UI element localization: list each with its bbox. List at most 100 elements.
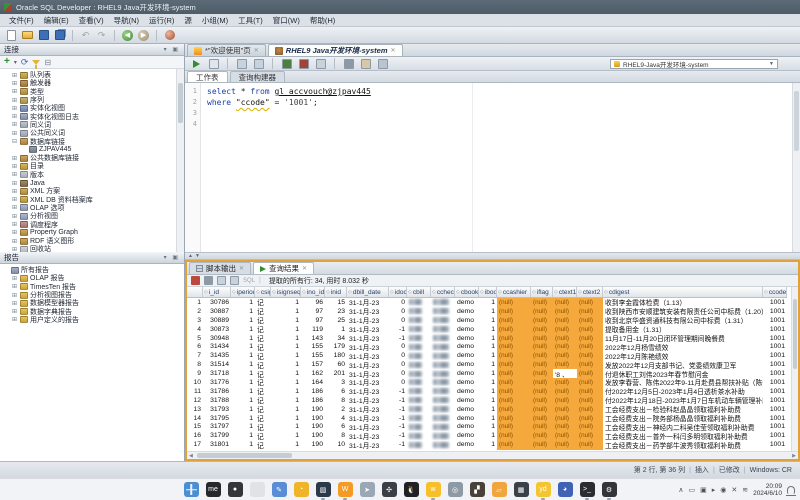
expander-icon[interactable]: ⊞ xyxy=(11,213,18,220)
cell-isignseq[interactable]: 1 xyxy=(271,405,301,414)
cell-ctext1[interactable]: (null) xyxy=(553,378,577,387)
tree-item[interactable]: ⊞回收站 xyxy=(0,245,184,252)
cell-cdigest[interactable]: 11月17日-11月20日闭环管理期间晚餐费 xyxy=(603,334,763,343)
cell-cbill[interactable] xyxy=(407,414,431,423)
cell-i_id[interactable]: 31718 xyxy=(203,369,231,378)
cell-ccode[interactable]: 1001 xyxy=(763,325,787,334)
cell-isignseq[interactable]: 1 xyxy=(271,378,301,387)
cell-ccode[interactable]: 1001 xyxy=(763,422,787,431)
cell-iflag[interactable]: (null) xyxy=(531,387,553,396)
cell-iflag[interactable]: (null) xyxy=(531,334,553,343)
cell-cdigest[interactable]: 发放2022年12月支部书记、党委绩效康卫军 xyxy=(603,360,763,369)
cell-ibook[interactable]: 1 xyxy=(479,422,497,431)
cell-ccode[interactable]: 1001 xyxy=(763,298,787,307)
cell-dbill_date[interactable]: 31-1月-23 xyxy=(347,307,389,316)
input-method-app[interactable] xyxy=(250,482,265,497)
cell-isignseq[interactable]: 1 xyxy=(271,440,301,449)
cell-csign[interactable]: 记 xyxy=(255,369,271,378)
cell-inid[interactable]: 15 xyxy=(325,298,347,307)
dark-brown-app[interactable]: ▞ xyxy=(470,482,485,497)
cell-idoc[interactable]: -1 xyxy=(389,449,407,450)
cell-inid[interactable]: 8 xyxy=(325,431,347,440)
cell-isignseq[interactable]: 1 xyxy=(271,369,301,378)
cell-cbill[interactable] xyxy=(407,449,431,450)
cell-ccheck[interactable] xyxy=(431,396,455,405)
tray-icon-6[interactable]: ≋ xyxy=(742,486,748,494)
menu-item-n[interactable]: 导航(N) xyxy=(109,15,144,26)
cell-cdigest[interactable]: 工会经费支出－体检科领取福利补助费 xyxy=(603,449,763,450)
close-tab-icon[interactable]: ✕ xyxy=(391,47,396,54)
subtab-query-builder[interactable]: 查询构建器 xyxy=(230,71,286,82)
cell-ccode[interactable]: 1001 xyxy=(763,405,787,414)
cell-iflag[interactable]: (null) xyxy=(531,378,553,387)
cell-idoc[interactable]: -1 xyxy=(389,440,407,449)
panel-header-buttons[interactable]: ▾ ▣ xyxy=(164,46,180,53)
cell-inid[interactable]: 34 xyxy=(325,334,347,343)
cell-cdigest[interactable]: 收到陕西市安顺建筑安装有限责任公司中标费（1.20） xyxy=(603,307,763,316)
table-row[interactable]: 2308871记1972331-1月-230demo1(null)(null)(… xyxy=(187,307,787,316)
cell-dbill_date[interactable]: 31-1月-23 xyxy=(347,414,389,423)
taskbar-clock[interactable]: 20:09 2024/6/10 xyxy=(753,483,782,497)
cell-ccode[interactable]: 1001 xyxy=(763,316,787,325)
export-grid-icon[interactable] xyxy=(230,276,239,285)
table-row[interactable]: 1307861记1961531-1月-230demo1(null)(null)(… xyxy=(187,298,787,307)
close-tab-icon[interactable]: ✕ xyxy=(239,265,244,272)
report-item[interactable]: ⊞数据模型器报告 xyxy=(0,299,184,307)
cell-cbook[interactable]: demo xyxy=(455,449,479,450)
cell-ccashier[interactable]: (null) xyxy=(497,431,531,440)
cell-cbill[interactable] xyxy=(407,334,431,343)
cell-iflag[interactable]: (null) xyxy=(531,325,553,334)
tree-item[interactable]: ⊞类型 xyxy=(0,88,184,96)
cell-cbook[interactable]: demo xyxy=(455,316,479,325)
editor-tab-active[interactable]: RHEL9 Java开发环境-system✕ xyxy=(268,44,403,56)
cell-ccheck[interactable] xyxy=(431,414,455,423)
cell-idoc[interactable]: 0 xyxy=(389,351,407,360)
cell-cbill[interactable] xyxy=(407,431,431,440)
cell-ibook[interactable]: 1 xyxy=(479,334,497,343)
cell-csign[interactable]: 记 xyxy=(255,414,271,423)
cell-csign[interactable]: 记 xyxy=(255,325,271,334)
cell-ccode[interactable]: 1001 xyxy=(763,387,787,396)
splitter-down-icon[interactable]: ▼ xyxy=(195,253,200,259)
close-tab-icon[interactable]: ✕ xyxy=(302,265,307,272)
cell-inid[interactable]: 179 xyxy=(325,342,347,351)
tree-item[interactable]: ⊞队列表 xyxy=(0,71,184,79)
column-header-isignseq[interactable]: ◇isignseq xyxy=(271,287,301,297)
cell-iflag[interactable]: (null) xyxy=(531,360,553,369)
expander-icon[interactable]: ⊞ xyxy=(11,221,18,228)
sql-worksheet-icon[interactable] xyxy=(163,29,176,42)
cell-isignseq[interactable]: 1 xyxy=(271,334,301,343)
me-app[interactable]: me xyxy=(206,482,221,497)
cell-ino_id[interactable]: 96 xyxy=(301,298,325,307)
cell-iperiod[interactable]: 1 xyxy=(231,298,255,307)
cell-ino_id[interactable]: 97 xyxy=(301,307,325,316)
cell-ctext1[interactable]: '8 、 xyxy=(553,369,577,378)
commit-icon[interactable] xyxy=(280,57,293,70)
cell-ccode[interactable]: 1001 xyxy=(763,369,787,378)
cell-ccashier[interactable]: (null) xyxy=(497,325,531,334)
cell-csign[interactable]: 记 xyxy=(255,378,271,387)
cell-inid[interactable]: 6 xyxy=(325,422,347,431)
expander-icon[interactable]: ⊞ xyxy=(11,316,18,323)
cell-iflag[interactable]: (null) xyxy=(531,440,553,449)
cell-ctext2[interactable]: (null) xyxy=(577,369,603,378)
cell-cbill[interactable] xyxy=(407,298,431,307)
cell-dbill_date[interactable]: 31-1月-23 xyxy=(347,405,389,414)
grid-horizontal-scrollbar[interactable]: ◀ ▶ xyxy=(187,451,798,459)
cell-ctext2[interactable]: (null) xyxy=(577,378,603,387)
open-folder-icon[interactable] xyxy=(21,29,34,42)
cell-ccheck[interactable] xyxy=(431,342,455,351)
cell-ccashier[interactable]: (null) xyxy=(497,351,531,360)
tree-item[interactable]: ⊞实体化视图 xyxy=(0,104,184,112)
cell-iflag[interactable]: (null) xyxy=(531,431,553,440)
column-header-ccode[interactable]: ◇ccode xyxy=(763,287,787,297)
pin-icon[interactable] xyxy=(191,276,200,285)
cell-ctext2[interactable]: (null) xyxy=(577,405,603,414)
cell-isignseq[interactable]: 1 xyxy=(271,422,301,431)
cell-ctext2[interactable]: (null) xyxy=(577,396,603,405)
report-item[interactable]: ⊞数据字典报告 xyxy=(0,307,184,315)
screenshot-app[interactable]: ✎ xyxy=(272,482,287,497)
cell-ccashier[interactable]: (null) xyxy=(497,307,531,316)
table-row[interactable]: 7314351记115518031-1月-230demo1(null)(null… xyxy=(187,351,787,360)
cell-cdigest[interactable]: 发放李春营、陈伟2022年9-11月赴费县帮扶补贴（陈伟） xyxy=(603,378,763,387)
